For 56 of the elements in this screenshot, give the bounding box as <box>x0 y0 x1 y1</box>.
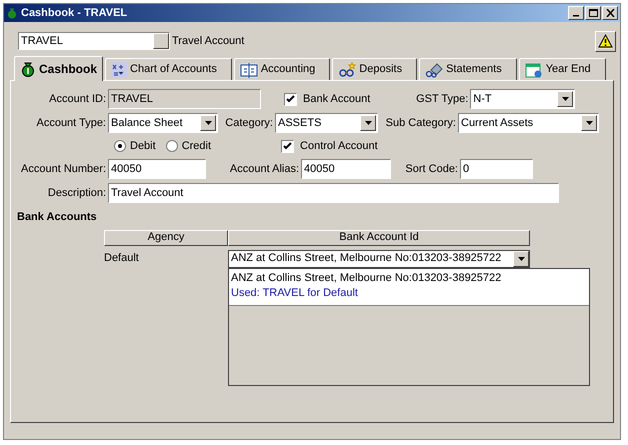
glasses-icon <box>338 62 356 78</box>
column-header: Bank Account Id <box>228 230 530 246</box>
field-label: Account ID: <box>48 92 107 107</box>
calendar-icon <box>524 62 543 78</box>
table-cell-text: Default <box>104 251 140 266</box>
warning-button[interactable] <box>595 30 616 52</box>
checkbox[interactable] <box>284 92 297 106</box>
text-field[interactable]: 40050 <box>108 159 206 179</box>
section-heading: Bank Accounts <box>16 210 98 225</box>
checkbox-label: Bank Account <box>303 92 370 107</box>
dropdown[interactable]: Current Assets <box>458 113 599 133</box>
checkbox-label: Control Account <box>300 138 378 154</box>
tab[interactable]: Chart of Accounts <box>105 58 232 80</box>
radio-button[interactable] <box>114 140 126 152</box>
statement-icon <box>425 62 444 78</box>
field-label: Account Number: <box>20 162 107 177</box>
maximize-icon <box>588 9 598 17</box>
radio-label: Credit <box>182 138 212 154</box>
tab[interactable]: Accounting <box>234 58 330 80</box>
radio-label: Debit <box>130 138 156 154</box>
money-bag-icon <box>20 61 36 77</box>
radio-button[interactable] <box>166 140 178 152</box>
checkbox[interactable] <box>281 140 294 152</box>
list-option[interactable]: ANZ at Collins Street, Melbourne No:013203-38925722 <box>231 270 589 286</box>
account-name: Travel Account <box>172 34 244 49</box>
window-title: Cashbook - TRAVEL <box>21 6 128 21</box>
field-label: Sub Category: <box>384 116 457 131</box>
dropdown[interactable]: ASSETS <box>275 113 378 133</box>
tab[interactable]: Deposits <box>332 58 418 80</box>
usage-note: Used: TRAVEL for Default <box>231 286 359 300</box>
text-field[interactable]: 0 <box>460 159 533 179</box>
formula-icon <box>111 62 128 78</box>
tab[interactable]: Year End <box>518 58 606 80</box>
field-label: Account Type: <box>35 116 107 131</box>
field-label: GST Type: <box>415 92 470 107</box>
field-label: Category: <box>224 116 274 131</box>
text-field[interactable]: Travel Account <box>108 183 559 203</box>
money-bag-icon <box>6 7 18 19</box>
close-button[interactable] <box>602 6 618 20</box>
tab[interactable]: Cashbook <box>14 56 104 81</box>
column-header: Agency <box>104 230 228 246</box>
close-icon <box>606 9 614 17</box>
ledger-icon <box>240 62 258 78</box>
account-field[interactable]: TRAVEL <box>18 32 170 50</box>
field-label: Account Alias: <box>228 162 300 177</box>
warning-icon <box>598 34 613 48</box>
text-field[interactable]: TRAVEL <box>108 89 261 109</box>
minimize-button[interactable] <box>568 6 584 20</box>
dropdown[interactable]: Balance Sheet <box>108 113 218 133</box>
tab[interactable]: Statements <box>419 58 517 80</box>
text-field[interactable]: 40050 <box>301 159 391 179</box>
dropdown[interactable]: N-T <box>470 89 576 109</box>
field-label: Description: <box>46 186 107 201</box>
maximize-button[interactable] <box>585 6 601 20</box>
field-label: Sort Code: <box>404 162 459 177</box>
dropdown[interactable]: ANZ at Collins Street, Melbourne No:013203-38925722 <box>228 250 530 268</box>
